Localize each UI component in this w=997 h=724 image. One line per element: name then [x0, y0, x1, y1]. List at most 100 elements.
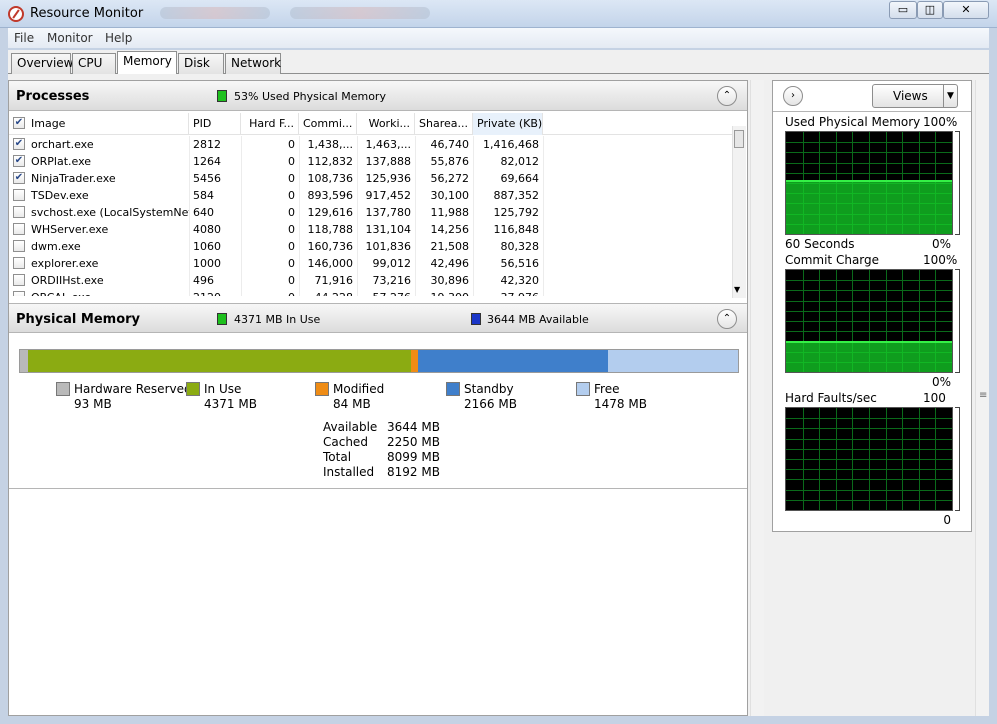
- column-shareable[interactable]: Sharea...: [415, 113, 473, 135]
- available-summary: 3644 MB Available: [487, 313, 589, 326]
- collapse-physical-memory-button[interactable]: ⌃: [717, 309, 737, 329]
- graph-gridline: [886, 408, 887, 510]
- column-image[interactable]: Image: [27, 113, 189, 135]
- tab-cpu[interactable]: CPU: [72, 53, 116, 74]
- process-hard-faults: 0: [288, 240, 295, 253]
- column-separator: [543, 136, 544, 296]
- scroll-down-arrow[interactable]: ▼: [734, 285, 740, 294]
- scroll-thumb[interactable]: [734, 130, 744, 148]
- process-pid: 1000: [193, 257, 221, 270]
- process-shareable: 19,300: [415, 289, 473, 296]
- legend-label-inuse: In Use: [204, 382, 242, 396]
- graph-scale-bracket: [955, 407, 960, 511]
- column-working-set[interactable]: Worki...: [357, 113, 415, 135]
- process-checkbox[interactable]: [13, 223, 25, 235]
- process-table-scrollbar[interactable]: ▼: [732, 126, 746, 298]
- tab-overview[interactable]: Overview: [11, 53, 74, 74]
- process-image: TSDev.exe: [31, 189, 89, 202]
- process-pid: 584: [193, 189, 214, 202]
- processes-header[interactable]: Processes 53% Used Physical Memory ⌃: [9, 81, 747, 111]
- process-private: 887,352: [493, 189, 540, 202]
- graph-gridline: [786, 479, 952, 480]
- tab-strip: Overview CPU Memory Disk Network: [8, 50, 989, 75]
- process-checkbox[interactable]: ✔: [13, 138, 25, 150]
- tab-memory[interactable]: Memory: [117, 51, 177, 75]
- physical-memory-header[interactable]: Physical Memory 4371 MB In Use 3644 MB A…: [9, 303, 747, 333]
- views-button[interactable]: Views ▼: [872, 84, 958, 108]
- collapse-processes-button[interactable]: ⌃: [717, 86, 737, 106]
- process-checkbox[interactable]: [13, 189, 25, 201]
- process-shareable: 56,272: [430, 172, 470, 185]
- process-image: WHServer.exe: [31, 223, 109, 236]
- graph-gridline: [902, 408, 903, 510]
- process-private: 42,320: [500, 274, 540, 287]
- process-pid: 2120: [189, 289, 241, 296]
- process-checkbox[interactable]: ✔: [13, 172, 25, 184]
- table-row[interactable]: ✔ NinjaTrader.exe 5456 0 108,736 125,936 56,27…: [9, 170, 734, 187]
- menu-bar: File Monitor Help: [8, 28, 989, 48]
- process-checkbox[interactable]: [13, 291, 25, 296]
- column-separator: [299, 136, 300, 296]
- table-row[interactable]: WHServer.exe 4080 0 118,788 131,104 14,256 116…: [9, 221, 734, 238]
- left-pane: Processes 53% Used Physical Memory ⌃ ✔ I…: [8, 80, 748, 716]
- process-private: 82,012: [500, 155, 540, 168]
- process-checkbox[interactable]: ✔: [13, 155, 25, 167]
- table-row[interactable]: ORDIIHst.exe 496 0 71,916 73,216 30,896 42,320: [9, 272, 734, 289]
- select-all-checkbox[interactable]: ✔: [13, 117, 25, 129]
- column-hard-faults[interactable]: Hard F...: [241, 113, 299, 135]
- graph-canvas: [785, 131, 953, 235]
- column-pid[interactable]: PID: [189, 113, 241, 135]
- title-bar: Resource Monitor ▭ ◫ ✕: [0, 0, 997, 28]
- menu-monitor[interactable]: Monitor: [47, 31, 93, 45]
- process-pid: 1060: [193, 240, 221, 253]
- column-private[interactable]: Private (KB): [473, 113, 543, 135]
- process-image: orchart.exe: [31, 138, 94, 151]
- process-checkbox[interactable]: [13, 240, 25, 252]
- left-pane-scrollbar[interactable]: [750, 80, 764, 716]
- right-splitter[interactable]: ≡: [979, 390, 987, 401]
- close-button[interactable]: ✕: [943, 1, 989, 19]
- table-row[interactable]: TSDev.exe 584 0 893,596 917,452 30,100 887,352: [9, 187, 734, 204]
- graph-gridline: [786, 331, 952, 332]
- process-hard-faults: 0: [288, 206, 295, 219]
- legend-value-modified: 84 MB: [333, 397, 371, 411]
- resource-monitor-icon: [8, 6, 24, 22]
- table-row[interactable]: ✔ orchart.exe 2812 0 1,438,... 1,463,... 46,74…: [9, 136, 734, 153]
- legend-swatch-free: [576, 382, 590, 396]
- process-shareable: 11,988: [430, 206, 470, 219]
- table-row[interactable]: ORCAL.exe2120044,22857,27619,30037,976: [9, 289, 734, 296]
- process-image: dwm.exe: [31, 240, 81, 253]
- process-pid: 1264: [193, 155, 221, 168]
- views-dropdown-icon: ▼: [943, 85, 957, 107]
- tab-disk[interactable]: Disk: [178, 53, 224, 74]
- column-commit[interactable]: Commi...: [299, 113, 357, 135]
- table-row[interactable]: dwm.exe 1060 0 160,736 101,836 21,508 80,328: [9, 238, 734, 255]
- graph-gridline: [786, 321, 952, 322]
- process-commit: 160,736: [307, 240, 354, 253]
- process-working-set: 73,216: [372, 274, 412, 287]
- graph-min: 0%: [931, 375, 951, 389]
- table-row[interactable]: explorer.exe 1000 0 146,000 99,012 42,496 56,5…: [9, 255, 734, 272]
- process-checkbox[interactable]: [13, 257, 25, 269]
- minimize-button[interactable]: ▭: [889, 1, 917, 19]
- process-working-set: 137,780: [365, 206, 412, 219]
- process-hard-faults: 0: [241, 289, 299, 296]
- menu-file[interactable]: File: [14, 31, 34, 45]
- process-hard-faults: 0: [288, 189, 295, 202]
- memory-bar-reserved: [20, 350, 28, 372]
- table-row[interactable]: ✔ ORPlat.exe 1264 0 112,832 137,888 55,876 82,0…: [9, 153, 734, 170]
- process-hard-faults: 0: [288, 172, 295, 185]
- tab-network[interactable]: Network: [225, 53, 281, 74]
- menu-help[interactable]: Help: [105, 31, 132, 45]
- process-commit: 71,916: [314, 274, 354, 287]
- table-row[interactable]: svchost.exe (LocalSystemNet... 640 0 129,61…: [9, 204, 734, 221]
- processes-summary: 53% Used Physical Memory: [234, 90, 386, 103]
- expand-panel-button[interactable]: ›: [783, 86, 803, 106]
- process-commit: 44,228: [299, 289, 357, 296]
- process-checkbox[interactable]: [13, 274, 25, 286]
- stat-value: 8192 MB: [387, 465, 440, 479]
- process-private: 37,976: [473, 289, 543, 296]
- process-checkbox[interactable]: [13, 206, 25, 218]
- maximize-button[interactable]: ◫: [917, 1, 943, 19]
- stat-label: Total: [323, 450, 352, 464]
